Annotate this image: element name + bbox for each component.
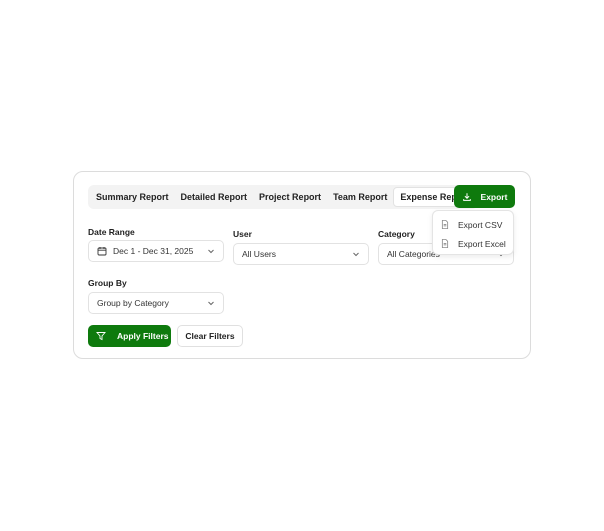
export-csv-label: Export CSV (458, 219, 503, 230)
group-by-label: Group By (88, 278, 127, 288)
export-excel-item[interactable]: Export Excel (433, 234, 513, 253)
date-range-value: Dec 1 - Dec 31, 2025 (113, 246, 194, 256)
group-by-select-value: Group by Category (97, 298, 169, 308)
export-button[interactable]: Export (454, 185, 515, 208)
tab-team-report[interactable]: Team Report (327, 187, 393, 207)
file-icon (441, 220, 449, 229)
export-button-label: Export (480, 191, 508, 202)
user-label: User (233, 229, 252, 239)
clear-filters-button[interactable]: Clear Filters (177, 325, 243, 347)
download-icon (462, 192, 471, 201)
tab-summary-report[interactable]: Summary Report (90, 187, 175, 207)
user-select-value: All Users (242, 249, 277, 259)
export-menu: Export CSV Export Excel (432, 210, 514, 255)
report-filter-card: Summary Report Detailed Report Project R… (73, 171, 531, 359)
file-icon (441, 239, 449, 248)
category-label: Category (378, 229, 415, 239)
calendar-icon (97, 247, 107, 256)
group-by-select[interactable]: Group by Category (88, 292, 224, 314)
apply-filters-button[interactable]: Apply Filters (88, 325, 171, 347)
date-range-picker[interactable]: Dec 1 - Dec 31, 2025 (88, 240, 224, 262)
export-csv-item[interactable]: Export CSV (433, 215, 513, 234)
tab-project-report[interactable]: Project Report (253, 187, 327, 207)
report-tabs: Summary Report Detailed Report Project R… (88, 185, 478, 209)
chevron-down-icon (208, 301, 214, 306)
user-select[interactable]: All Users (233, 243, 369, 265)
export-excel-label: Export Excel (458, 238, 506, 249)
clear-filters-label: Clear Filters (185, 331, 235, 341)
chevron-down-icon (208, 249, 214, 254)
date-range-label: Date Range (88, 227, 135, 237)
tab-detailed-report[interactable]: Detailed Report (175, 187, 254, 207)
apply-filters-label: Apply Filters (117, 331, 169, 341)
chevron-down-icon (353, 252, 359, 257)
filter-icon (96, 332, 106, 341)
